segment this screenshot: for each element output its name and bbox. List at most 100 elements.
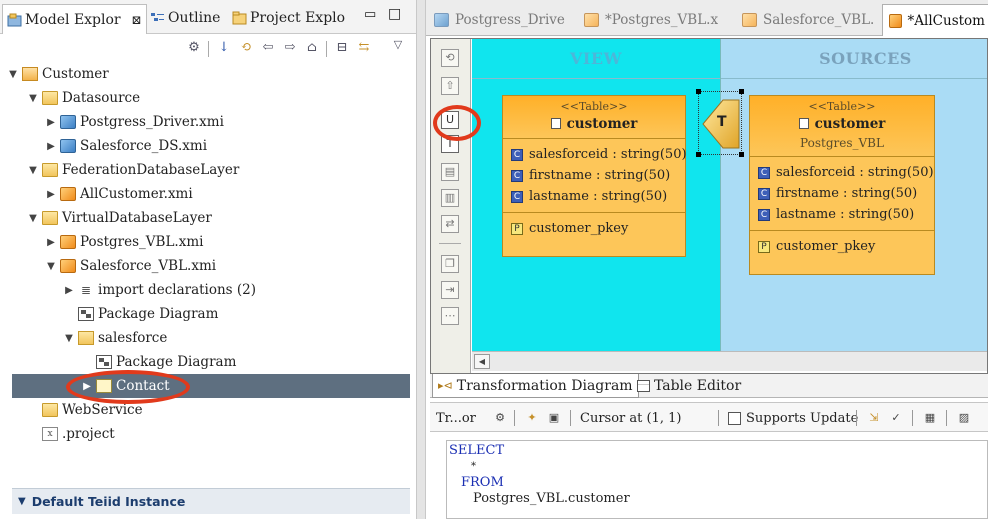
back-icon[interactable]: ⇦ [260, 40, 276, 56]
sql-editor[interactable]: SELECT * FROM Postgres_VBL.customer [446, 440, 988, 519]
maximize-icon[interactable]: □ [388, 6, 401, 22]
view-tab-label: Table Editor [654, 378, 742, 394]
tab-transformation-diagram[interactable]: ▸⊲ Transformation Diagram [432, 374, 639, 398]
primary-key-row[interactable]: Pcustomer_pkey [758, 236, 926, 257]
tree-item-salesforce-vbl[interactable]: ▼ Salesforce_VBL.xmi [0, 254, 416, 278]
tab-salesforce-vbl[interactable]: Salesforce_VBL. [742, 8, 874, 32]
close-icon[interactable]: ⊠ [132, 13, 142, 27]
filter-icon[interactable]: ⚙ [186, 40, 202, 56]
resize-handle[interactable] [739, 89, 744, 94]
expand-icon[interactable]: ▼ [62, 333, 76, 344]
tab-postgress-driver[interactable]: Postgress_Drive [434, 8, 565, 32]
forward-icon[interactable]: ⇨ [282, 40, 298, 56]
filter-icon[interactable]: ⚙ [492, 410, 508, 426]
add-sources-icon[interactable]: ▤ [441, 163, 459, 181]
expand-icon[interactable]: ▼ [6, 69, 20, 80]
table-name: customer [566, 116, 638, 132]
expand-icon[interactable]: ▶ [80, 381, 94, 392]
primary-key-row[interactable]: Pcustomer_pkey [511, 218, 677, 239]
transformation-node[interactable]: T [696, 89, 744, 157]
expand-icon[interactable]: ▶ [44, 117, 58, 128]
checkbox-icon[interactable] [728, 411, 741, 425]
expand-icon[interactable]: ▼ [44, 261, 58, 272]
diagram-canvas[interactable]: VIEW SOURCES <<Table>> customer Csalesfo… [472, 39, 987, 351]
expand-icon[interactable]: ▶ [44, 189, 58, 200]
clean-icon[interactable]: ▨ [956, 410, 972, 426]
grid-icon[interactable]: ⋯ [441, 307, 459, 325]
export-icon[interactable]: ⇥ [441, 281, 459, 299]
view-tab-label: Transformation Diagram [456, 377, 633, 394]
reconcile-icon[interactable]: ⇄ [441, 215, 459, 233]
tree-item-webservice[interactable]: WebService [0, 398, 416, 422]
column-icon: C [511, 148, 523, 161]
collapse-icon[interactable]: ▼ [18, 496, 26, 507]
horizontal-scrollbar[interactable]: ◀ [472, 351, 987, 371]
tab-outline[interactable]: Outline [150, 6, 220, 30]
expand-icon[interactable]: ▼ [26, 93, 40, 104]
tab-postgres-vbl[interactable]: *Postgres_VBL.x [584, 8, 718, 32]
scroll-left-icon[interactable]: ◀ [474, 354, 490, 369]
sync-icon[interactable]: ⟲ [238, 40, 254, 56]
attribute-row[interactable]: Clastname : string(50) [511, 186, 677, 207]
attribute-row[interactable]: Csalesforceid : string(50) [511, 144, 687, 165]
tree-item-package-diagram[interactable]: Package Diagram [0, 302, 416, 326]
home-icon[interactable]: ⌂ [304, 40, 320, 56]
folder-up-icon[interactable]: ⇧ [441, 77, 459, 95]
tree-item-contact[interactable]: ▶ Contact [12, 374, 410, 398]
link-editor-icon[interactable]: ⇆ [356, 40, 372, 56]
tab-model-explorer[interactable]: Model Explor ⊠ [2, 4, 147, 34]
tree-item-allcustomer[interactable]: ▶ AllCustomer.xmi [0, 182, 416, 206]
teiid-instance-section[interactable]: ▼ Default Teiid Instance [12, 488, 410, 514]
tree-item-customer[interactable]: ▼ Customer [0, 62, 416, 86]
tree-item-virtual-layer[interactable]: ▼ VirtualDatabaseLayer [0, 206, 416, 230]
resize-handle[interactable] [696, 89, 701, 94]
panel-divider[interactable] [416, 0, 426, 519]
tree-item-label: Package Diagram [116, 354, 237, 370]
tree-item-import-declarations[interactable]: ▶ ≣ import declarations (2) [0, 278, 416, 302]
minimize-icon[interactable]: ▭ [364, 7, 376, 22]
validate-icon[interactable]: ✦ [524, 410, 540, 426]
tree-item-package-diagram-2[interactable]: Package Diagram [0, 350, 416, 374]
supports-update-checkbox[interactable]: Supports Update [728, 409, 858, 427]
collapse-all-icon[interactable]: ⊟ [334, 40, 350, 56]
tree-item-postgress-driver[interactable]: ▶ Postgress_Driver.xmi [0, 110, 416, 134]
reconcile-icon[interactable]: ▣ [546, 410, 562, 426]
add-table-icon[interactable]: T [441, 135, 459, 153]
source-table-node[interactable]: <<Table>> customer Postgres_VBL Csalesfo… [749, 95, 935, 275]
tab-project-explorer[interactable]: Project Explo [232, 6, 345, 30]
tab-table-editor[interactable]: Table Editor [632, 374, 746, 398]
model-explorer-panel: Model Explor ⊠ Outline Project Explo ▭ □… [0, 0, 416, 519]
view-menu-icon[interactable]: ▽ [390, 37, 406, 53]
import-icon: ≣ [80, 283, 92, 297]
tree-item-project-file[interactable]: x .project [0, 422, 416, 446]
view-table-node[interactable]: <<Table>> customer Csalesforceid : strin… [502, 95, 687, 257]
attribute-row[interactable]: Cfirstname : string(50) [511, 165, 677, 186]
attribute-row[interactable]: Clastname : string(50) [758, 204, 926, 225]
attribute-row[interactable]: Csalesforceid : string(50) [758, 162, 934, 183]
expand-sql-icon[interactable]: ▦ [922, 410, 938, 426]
tree-item-federation-layer[interactable]: ▼ FederationDatabaseLayer [0, 158, 416, 182]
refresh-icon[interactable]: ⟲ [441, 49, 459, 67]
expand-icon[interactable]: ▼ [26, 165, 40, 176]
expand-icon[interactable]: ▶ [44, 237, 58, 248]
insert-icon[interactable]: ⇲ [866, 410, 882, 426]
tree-item-postgres-vbl[interactable]: ▶ Postgres_VBL.xmi [0, 230, 416, 254]
add-union-icon[interactable]: U [441, 111, 459, 129]
tree-item-datasource[interactable]: ▼ Datasource [0, 86, 416, 110]
attribute-label: lastname : string(50) [776, 207, 915, 222]
expand-icon[interactable]: ▶ [62, 285, 76, 296]
resize-handle[interactable] [696, 152, 701, 157]
sort-icon[interactable]: ↓ [216, 40, 232, 56]
tree-item-salesforce-ds[interactable]: ▶ Salesforce_DS.xmi [0, 134, 416, 158]
check-icon[interactable]: ✓ [888, 410, 904, 426]
expand-icon[interactable]: ▶ [44, 141, 58, 152]
copy-diagram-icon[interactable]: ❐ [441, 255, 459, 273]
attribute-row[interactable]: Cfirstname : string(50) [758, 183, 926, 204]
resize-handle[interactable] [739, 152, 744, 157]
source-model-icon [60, 139, 76, 153]
tree-item-salesforce-package[interactable]: ▼ salesforce [0, 326, 416, 350]
primary-key-section: Pcustomer_pkey [503, 213, 685, 244]
expand-icon[interactable]: ▼ [26, 213, 40, 224]
tab-allcustomer[interactable]: *AllCustom [882, 4, 988, 36]
clear-sources-icon[interactable]: ▥ [441, 189, 459, 207]
